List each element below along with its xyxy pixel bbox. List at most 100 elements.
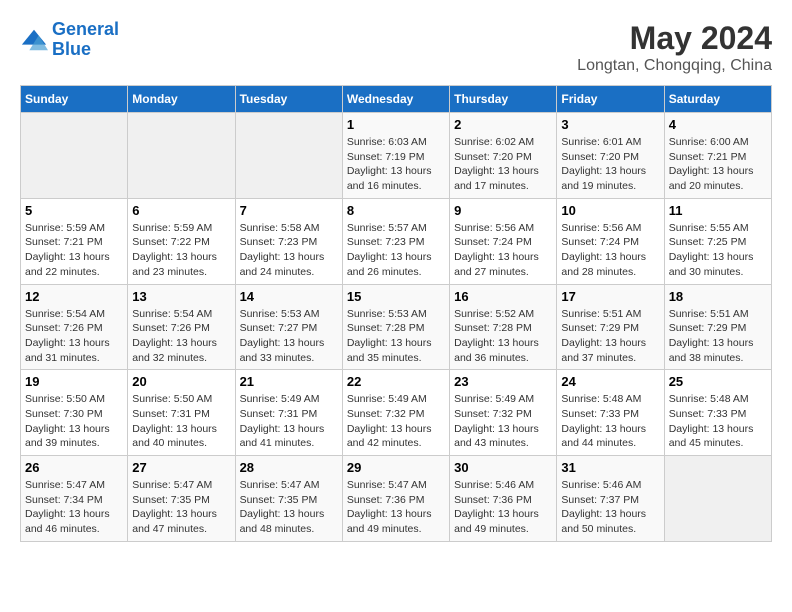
logo: General Blue	[20, 20, 119, 60]
day-info: Sunrise: 5:58 AM Sunset: 7:23 PM Dayligh…	[240, 221, 338, 280]
day-cell: 14Sunrise: 5:53 AM Sunset: 7:27 PM Dayli…	[235, 284, 342, 370]
day-info: Sunrise: 6:02 AM Sunset: 7:20 PM Dayligh…	[454, 135, 552, 194]
day-info: Sunrise: 5:51 AM Sunset: 7:29 PM Dayligh…	[669, 307, 767, 366]
day-cell: 11Sunrise: 5:55 AM Sunset: 7:25 PM Dayli…	[664, 198, 771, 284]
week-row-2: 5 Sunrise: 5:59 AM Sunset: 7:21 PM Daylig…	[21, 198, 772, 284]
day-cell: 22 Sunrise: 5:49 AM Sunset: 7:32 PM Dayli…	[342, 370, 449, 456]
day-cell: 10 Sunrise: 5:56 AM Sunset: 7:24 PM Dayli…	[557, 198, 664, 284]
day-info: Sunrise: 6:03 AM Sunset: 7:19 PM Dayligh…	[347, 135, 445, 194]
day-info: Sunrise: 5:53 AM Sunset: 7:28 PM Dayligh…	[347, 307, 445, 366]
day-info: Sunrise: 5:52 AM Sunset: 7:28 PM Dayligh…	[454, 307, 552, 366]
day-number: 11	[669, 203, 767, 218]
title-block: May 2024 Longtan, Chongqing, China	[577, 20, 772, 75]
day-number: 6	[132, 203, 230, 218]
day-cell: 29 Sunrise: 5:47 AM Sunset: 7:36 PM Dayli…	[342, 456, 449, 542]
day-cell: 21Sunrise: 5:49 AM Sunset: 7:31 PM Dayli…	[235, 370, 342, 456]
day-number: 20	[132, 374, 230, 389]
day-number: 2	[454, 117, 552, 132]
day-info: Sunrise: 5:48 AM Sunset: 7:33 PM Dayligh…	[561, 392, 659, 451]
day-number: 17	[561, 289, 659, 304]
col-header-thursday: Thursday	[450, 86, 557, 113]
day-number: 26	[25, 460, 123, 475]
day-number: 7	[240, 203, 338, 218]
day-cell: 1 Sunrise: 6:03 AM Sunset: 7:19 PM Daylig…	[342, 113, 449, 199]
col-header-saturday: Saturday	[664, 86, 771, 113]
day-cell: 2 Sunrise: 6:02 AM Sunset: 7:20 PM Daylig…	[450, 113, 557, 199]
day-cell: 26 Sunrise: 5:47 AM Sunset: 7:34 PM Dayli…	[21, 456, 128, 542]
day-cell: 19 Sunrise: 5:50 AM Sunset: 7:30 PM Dayli…	[21, 370, 128, 456]
day-cell: 5 Sunrise: 5:59 AM Sunset: 7:21 PM Daylig…	[21, 198, 128, 284]
day-cell	[128, 113, 235, 199]
day-info: Sunrise: 5:47 AM Sunset: 7:36 PM Dayligh…	[347, 478, 445, 537]
day-number: 25	[669, 374, 767, 389]
day-info: Sunrise: 5:56 AM Sunset: 7:24 PM Dayligh…	[454, 221, 552, 280]
day-cell: 13Sunrise: 5:54 AM Sunset: 7:26 PM Dayli…	[128, 284, 235, 370]
day-number: 9	[454, 203, 552, 218]
day-number: 22	[347, 374, 445, 389]
page-header: General Blue May 2024 Longtan, Chongqing…	[20, 20, 772, 75]
day-info: Sunrise: 6:00 AM Sunset: 7:21 PM Dayligh…	[669, 135, 767, 194]
logo-text: General Blue	[52, 20, 119, 60]
day-cell: 7 Sunrise: 5:58 AM Sunset: 7:23 PM Daylig…	[235, 198, 342, 284]
day-cell: 12Sunrise: 5:54 AM Sunset: 7:26 PM Dayli…	[21, 284, 128, 370]
week-row-4: 19 Sunrise: 5:50 AM Sunset: 7:30 PM Dayli…	[21, 370, 772, 456]
day-info: Sunrise: 5:51 AM Sunset: 7:29 PM Dayligh…	[561, 307, 659, 366]
day-cell: 23Sunrise: 5:49 AM Sunset: 7:32 PM Dayli…	[450, 370, 557, 456]
week-row-3: 12 Sunrise: 5:54 AM Sunset: 7:26 PM Dayli…	[21, 284, 772, 370]
day-cell: 18 Sunrise: 5:51 AM Sunset: 7:29 PM Dayli…	[664, 284, 771, 370]
day-number: 10	[561, 203, 659, 218]
day-number: 8	[347, 203, 445, 218]
day-cell: 27 Sunrise: 5:47 AM Sunset: 7:35 PM Dayli…	[128, 456, 235, 542]
day-number: 30	[454, 460, 552, 475]
day-number: 28	[240, 460, 338, 475]
day-info: Sunrise: 5:47 AM Sunset: 7:35 PM Dayligh…	[240, 478, 338, 537]
day-number: 29	[347, 460, 445, 475]
day-info: Sunrise: 5:59 AM Sunset: 7:22 PM Dayligh…	[132, 221, 230, 280]
day-cell: 6 Sunrise: 5:59 AM Sunset: 7:22 PM Daylig…	[128, 198, 235, 284]
day-number: 23	[454, 374, 552, 389]
day-number: 14	[240, 289, 338, 304]
day-number: 1	[347, 117, 445, 132]
day-cell: 17 Sunrise: 5:51 AM Sunset: 7:29 PM Dayli…	[557, 284, 664, 370]
day-cell	[664, 456, 771, 542]
day-cell: 16Sunrise: 5:52 AM Sunset: 7:28 PM Dayli…	[450, 284, 557, 370]
sub-title: Longtan, Chongqing, China	[577, 57, 772, 75]
day-number: 12	[25, 289, 123, 304]
col-header-monday: Monday	[128, 86, 235, 113]
day-number: 3	[561, 117, 659, 132]
day-number: 15	[347, 289, 445, 304]
day-cell: 9 Sunrise: 5:56 AM Sunset: 7:24 PM Daylig…	[450, 198, 557, 284]
day-cell: 20Sunrise: 5:50 AM Sunset: 7:31 PM Dayli…	[128, 370, 235, 456]
day-info: Sunrise: 5:57 AM Sunset: 7:23 PM Dayligh…	[347, 221, 445, 280]
day-cell: 30 Sunrise: 5:46 AM Sunset: 7:36 PM Dayli…	[450, 456, 557, 542]
day-info: Sunrise: 5:54 AM Sunset: 7:26 PM Dayligh…	[132, 307, 230, 366]
col-header-wednesday: Wednesday	[342, 86, 449, 113]
day-number: 27	[132, 460, 230, 475]
day-info: Sunrise: 5:56 AM Sunset: 7:24 PM Dayligh…	[561, 221, 659, 280]
logo-icon	[20, 26, 48, 54]
day-info: Sunrise: 5:50 AM Sunset: 7:30 PM Dayligh…	[25, 392, 123, 451]
day-cell: 8 Sunrise: 5:57 AM Sunset: 7:23 PM Daylig…	[342, 198, 449, 284]
day-info: Sunrise: 5:47 AM Sunset: 7:35 PM Dayligh…	[132, 478, 230, 537]
day-number: 18	[669, 289, 767, 304]
day-number: 31	[561, 460, 659, 475]
day-cell: 3 Sunrise: 6:01 AM Sunset: 7:20 PM Daylig…	[557, 113, 664, 199]
col-header-friday: Friday	[557, 86, 664, 113]
col-header-tuesday: Tuesday	[235, 86, 342, 113]
day-info: Sunrise: 6:01 AM Sunset: 7:20 PM Dayligh…	[561, 135, 659, 194]
day-number: 19	[25, 374, 123, 389]
day-info: Sunrise: 5:49 AM Sunset: 7:31 PM Dayligh…	[240, 392, 338, 451]
main-title: May 2024	[577, 20, 772, 57]
day-cell: 28 Sunrise: 5:47 AM Sunset: 7:35 PM Dayli…	[235, 456, 342, 542]
day-number: 5	[25, 203, 123, 218]
day-number: 24	[561, 374, 659, 389]
day-cell: 15 Sunrise: 5:53 AM Sunset: 7:28 PM Dayli…	[342, 284, 449, 370]
day-info: Sunrise: 5:47 AM Sunset: 7:34 PM Dayligh…	[25, 478, 123, 537]
day-info: Sunrise: 5:49 AM Sunset: 7:32 PM Dayligh…	[347, 392, 445, 451]
day-info: Sunrise: 5:46 AM Sunset: 7:37 PM Dayligh…	[561, 478, 659, 537]
week-row-5: 26 Sunrise: 5:47 AM Sunset: 7:34 PM Dayli…	[21, 456, 772, 542]
day-cell: 25Sunrise: 5:48 AM Sunset: 7:33 PM Dayli…	[664, 370, 771, 456]
day-info: Sunrise: 5:59 AM Sunset: 7:21 PM Dayligh…	[25, 221, 123, 280]
day-info: Sunrise: 5:46 AM Sunset: 7:36 PM Dayligh…	[454, 478, 552, 537]
day-cell	[21, 113, 128, 199]
